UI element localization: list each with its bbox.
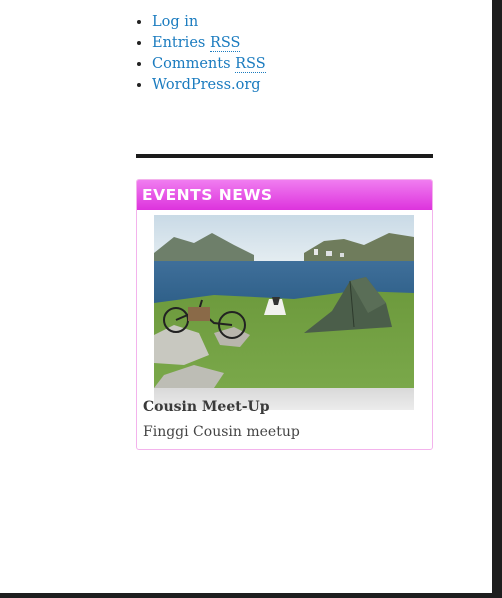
camp-photo-image: [154, 215, 414, 388]
comments-rss-link[interactable]: Comments RSS: [152, 56, 266, 73]
wordpress-org-link[interactable]: WordPress.org: [152, 77, 261, 93]
meta-links-list: Log in Entries RSS Comments RSS WordPres…: [134, 12, 266, 96]
events-news-widget: EVENTS NEWS Cousin Meet-Up Finggi Cousin…: [136, 179, 433, 450]
comments-rss-label: Comments: [152, 56, 236, 72]
entries-rss-label: Entries: [152, 35, 210, 51]
entries-rss-link[interactable]: Entries RSS: [152, 35, 241, 52]
post-excerpt: Finggi Cousin meetup: [143, 424, 300, 440]
meta-link-item: Comments RSS: [152, 54, 266, 75]
entries-rss-abbr: RSS: [209, 35, 241, 52]
page: Log in Entries RSS Comments RSS WordPres…: [0, 0, 492, 593]
comments-rss-abbr: RSS: [235, 56, 266, 73]
meta-link-item: WordPress.org: [152, 75, 266, 96]
login-link[interactable]: Log in: [152, 14, 198, 30]
widget-divider: [136, 154, 433, 158]
meta-link-item: Log in: [152, 12, 266, 33]
meta-link-item: Entries RSS: [152, 33, 266, 54]
post-title[interactable]: Cousin Meet-Up: [143, 399, 270, 415]
widget-title: EVENTS NEWS: [137, 180, 432, 210]
post-thumbnail[interactable]: [154, 215, 414, 410]
